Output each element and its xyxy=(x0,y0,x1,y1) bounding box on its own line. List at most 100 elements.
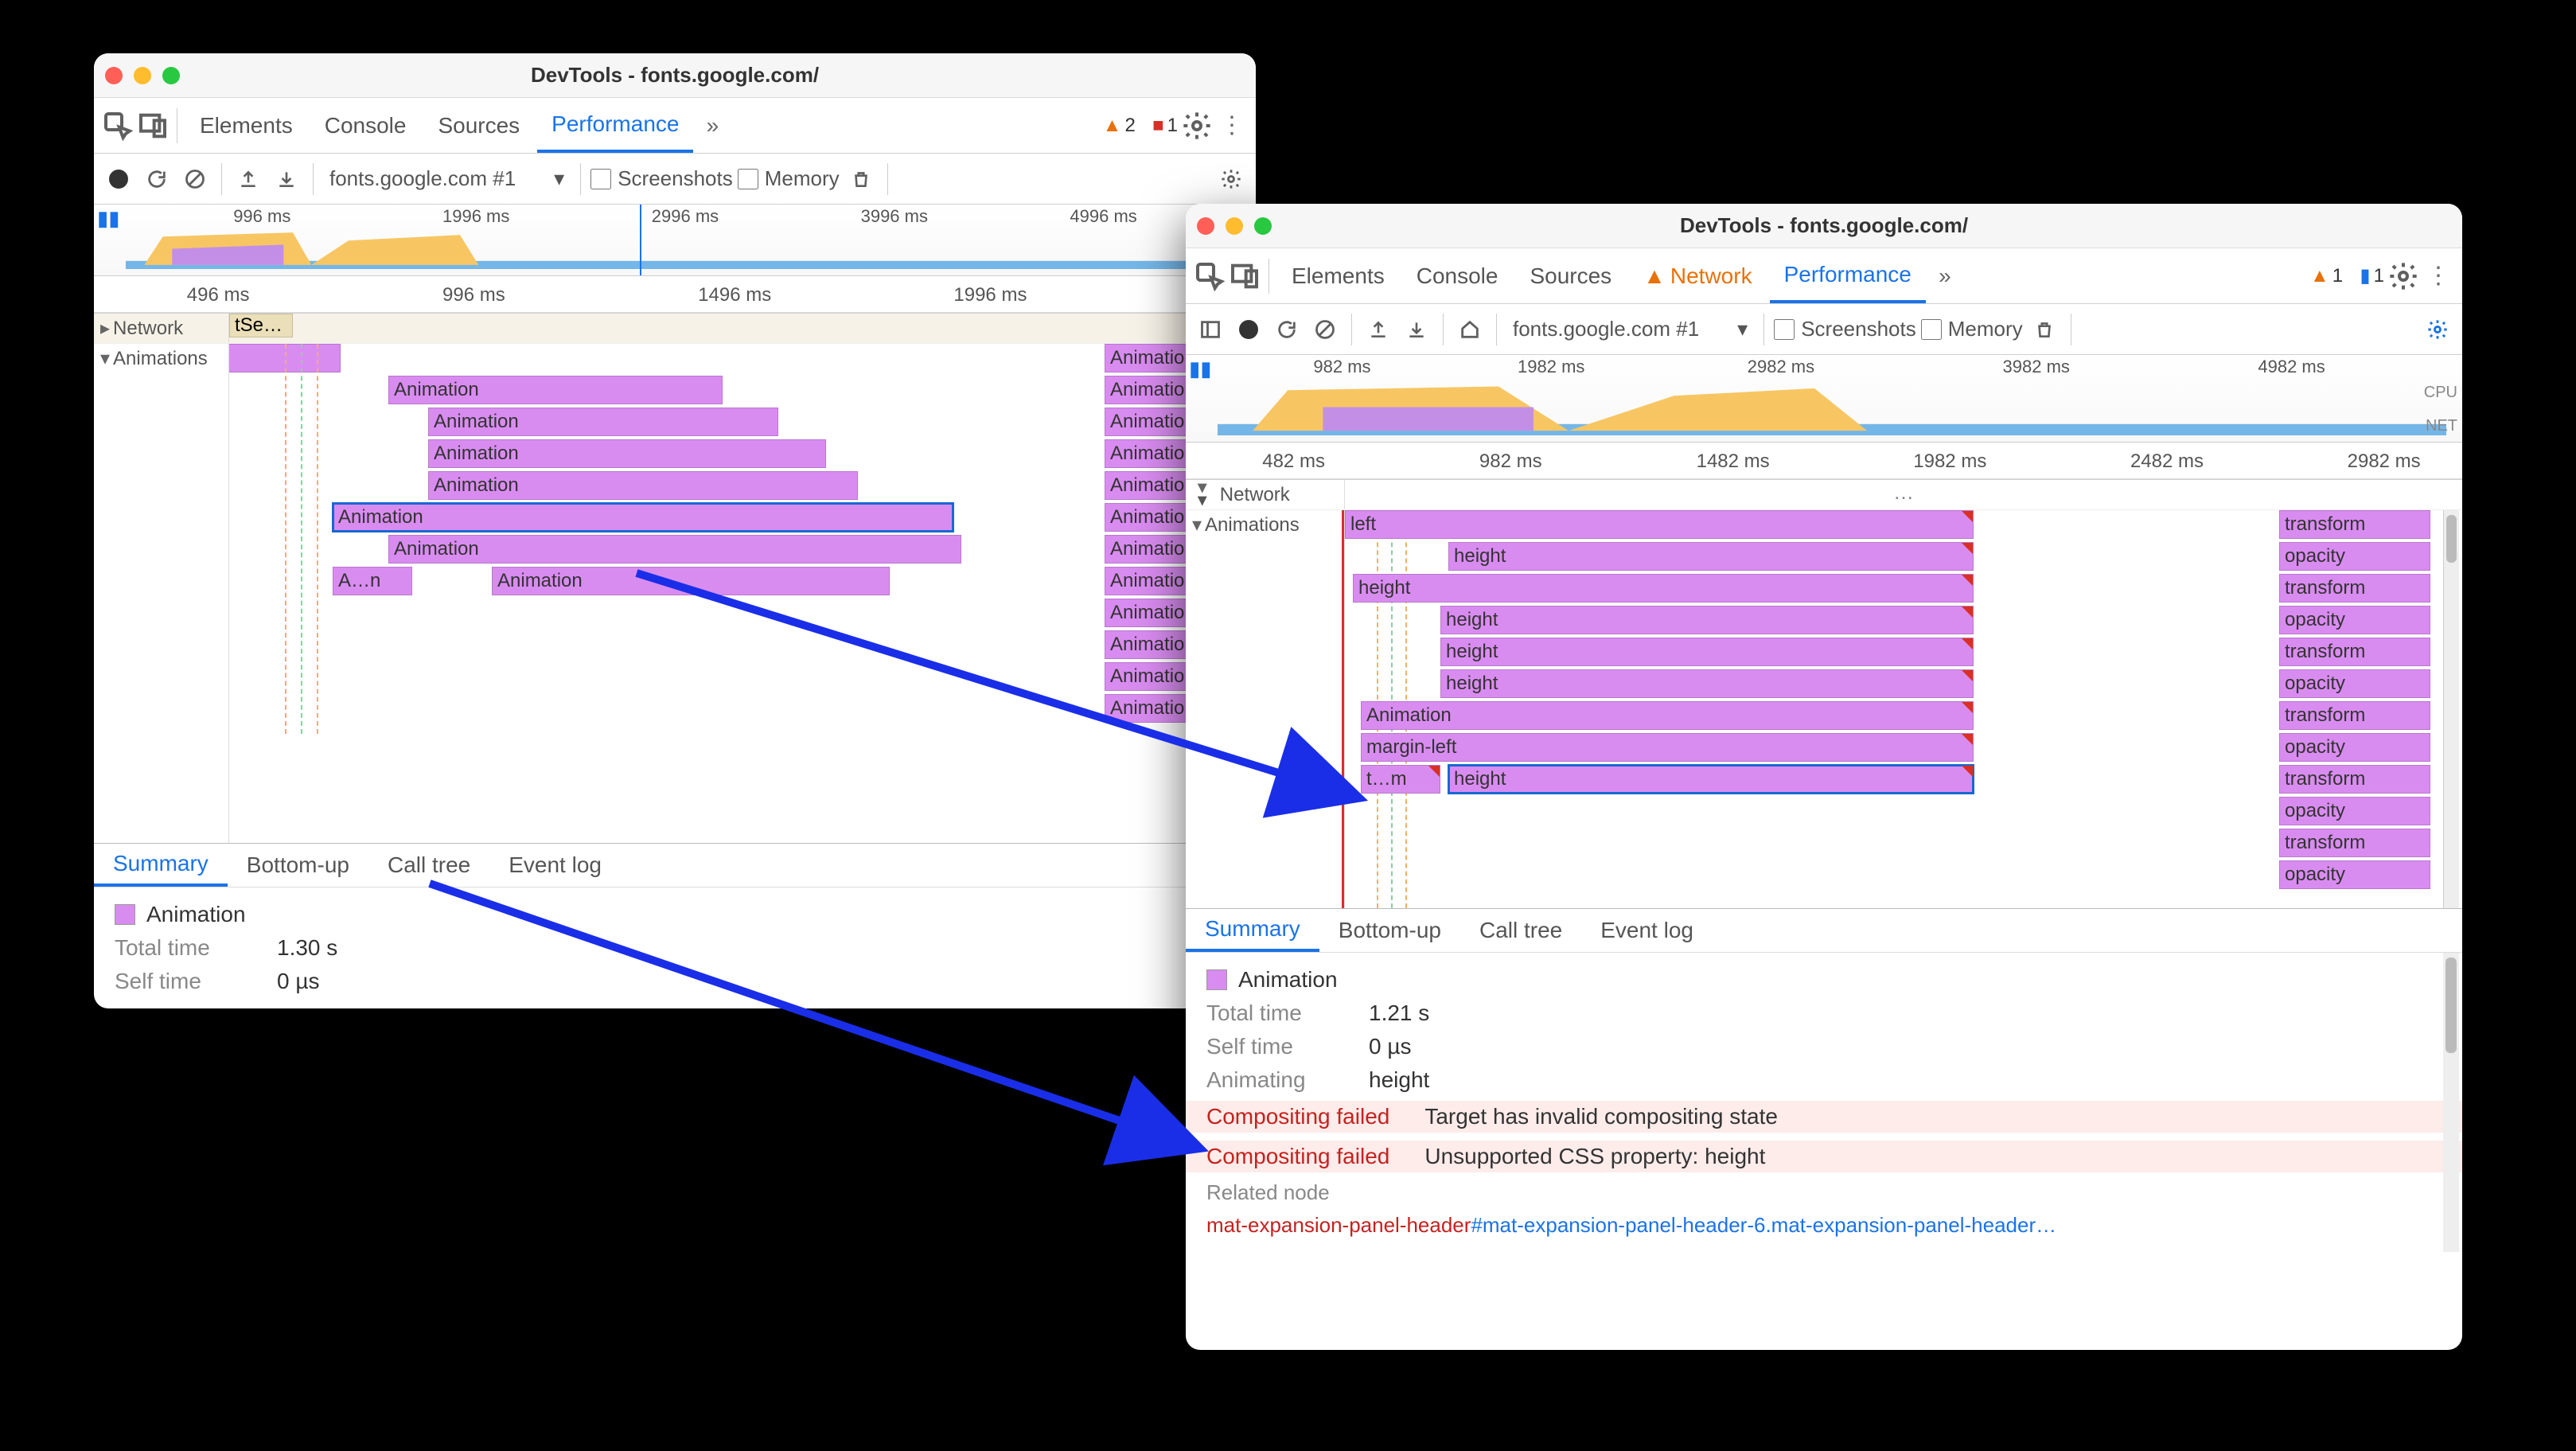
tab-summary[interactable]: Summary xyxy=(1186,909,1319,952)
anim-bar[interactable]: transform xyxy=(2279,829,2430,857)
recording-select[interactable]: fonts.google.com #1▾ xyxy=(1506,317,1754,341)
kebab-icon[interactable]: ⋮ xyxy=(1216,110,1248,142)
network-track-head[interactable]: Network xyxy=(94,314,229,343)
network-track-head[interactable]: ▸ Network xyxy=(1186,480,1345,509)
issues-badge[interactable]: ▲2 ■1 xyxy=(1103,115,1178,137)
home-icon[interactable] xyxy=(1453,313,1487,346)
overview-timeline[interactable]: ▮▮ 982 ms 1982 ms 2982 ms 3982 ms 4982 m… xyxy=(1186,355,2462,480)
tab-event-log[interactable]: Event log xyxy=(1581,909,1713,952)
time-ruler[interactable]: 496 ms 996 ms 1496 ms 1996 ms 2496 ms xyxy=(94,276,1256,313)
tab-sources[interactable]: Sources xyxy=(423,98,534,153)
anim-bar[interactable]: opacity xyxy=(2279,542,2430,571)
more-tabs-icon[interactable]: » xyxy=(696,110,728,142)
upload-icon[interactable] xyxy=(1362,313,1395,346)
anim-bar[interactable]: Animation xyxy=(388,535,961,564)
close-icon[interactable] xyxy=(1197,217,1214,235)
anim-bar[interactable]: height xyxy=(1440,669,1974,698)
record-button[interactable] xyxy=(1232,313,1265,346)
clear-button[interactable] xyxy=(178,162,212,196)
tab-performance[interactable]: Performance xyxy=(537,98,693,153)
inspect-icon[interactable] xyxy=(102,110,134,142)
kebab-icon[interactable]: ⋮ xyxy=(2422,260,2454,292)
network-track-row[interactable]: Network tSe… xyxy=(94,314,1256,344)
tab-event-log[interactable]: Event log xyxy=(489,844,621,887)
flame-chart[interactable]: imation AnimationAnimationAnimationAnima… xyxy=(229,344,1256,734)
tab-network[interactable]: ▲Network xyxy=(1629,248,1766,303)
anim-bar[interactable]: opacity xyxy=(2279,606,2430,634)
anim-bar[interactable]: height xyxy=(1353,574,1974,603)
gc-icon[interactable] xyxy=(2028,313,2061,346)
animations-track-head[interactable]: Animations xyxy=(94,344,229,843)
settings-icon[interactable] xyxy=(1181,110,1213,142)
overview-handle[interactable] xyxy=(640,205,641,275)
settings-icon[interactable] xyxy=(2387,260,2419,292)
anim-bar[interactable]: Animation xyxy=(428,408,778,436)
anim-bar[interactable]: height xyxy=(1448,542,1974,571)
anim-bar[interactable]: opacity xyxy=(2279,669,2430,698)
anim-bar[interactable]: transform xyxy=(2279,574,2430,603)
tab-performance[interactable]: Performance xyxy=(1770,248,1926,303)
device-icon[interactable] xyxy=(137,110,169,142)
anim-bar[interactable]: A…n xyxy=(333,567,412,595)
scrollbar[interactable] xyxy=(2443,510,2459,908)
anim-bar[interactable]: left xyxy=(1345,510,1974,539)
clear-button[interactable] xyxy=(1308,313,1342,346)
reload-record-button[interactable] xyxy=(140,162,173,196)
dock-icon[interactable] xyxy=(1194,313,1227,346)
overview-timeline[interactable]: ▮▮ 996 ms 1996 ms 2996 ms 3996 ms 4996 m… xyxy=(94,205,1256,314)
anim-bar[interactable]: height xyxy=(1448,765,1974,794)
anim-bar[interactable]: Animation xyxy=(1361,701,1974,730)
related-node-link[interactable]: mat-expansion-panel-header#mat-expansion… xyxy=(1206,1213,2442,1238)
download-icon[interactable] xyxy=(1400,313,1433,346)
tab-sources[interactable]: Sources xyxy=(1515,248,1626,303)
tab-console[interactable]: Console xyxy=(310,98,421,153)
anim-bar[interactable]: opacity xyxy=(2279,860,2430,889)
screenshots-checkbox[interactable]: Screenshots xyxy=(590,166,733,191)
titlebar[interactable]: DevTools - fonts.google.com/ xyxy=(94,53,1256,98)
tab-call-tree[interactable]: Call tree xyxy=(1460,909,1581,952)
memory-checkbox[interactable]: Memory xyxy=(738,166,840,191)
anim-bar[interactable]: height xyxy=(1440,606,1974,634)
tab-elements[interactable]: Elements xyxy=(1277,248,1399,303)
animations-track-head[interactable]: Animations xyxy=(1186,510,1345,908)
flame-chart[interactable]: transform opacity transform opacity transfor… xyxy=(1345,510,2462,908)
tab-console[interactable]: Console xyxy=(1402,248,1513,303)
anim-bar[interactable]: Animation xyxy=(388,376,723,404)
anim-bar[interactable]: Animation xyxy=(428,471,858,500)
record-button[interactable] xyxy=(102,162,135,196)
anim-bar[interactable]: transform xyxy=(2279,765,2430,794)
close-icon[interactable] xyxy=(105,67,123,84)
download-icon[interactable] xyxy=(270,162,303,196)
zoom-icon[interactable] xyxy=(1254,217,1272,235)
tab-summary[interactable]: Summary xyxy=(94,844,228,887)
network-track-row[interactable]: ▸ Network … xyxy=(1186,480,2462,510)
anim-bar[interactable]: height xyxy=(1440,638,1974,666)
anim-bar[interactable]: transform xyxy=(2279,701,2430,730)
titlebar[interactable]: DevTools - fonts.google.com/ xyxy=(1186,204,2462,248)
screenshots-checkbox[interactable]: Screenshots xyxy=(1774,317,1916,341)
anim-bar[interactable]: Animation xyxy=(333,503,953,532)
minimize-icon[interactable] xyxy=(134,67,151,84)
scrollbar[interactable] xyxy=(2443,953,2459,1252)
anim-bar[interactable]: transform xyxy=(2279,638,2430,666)
capture-settings-icon[interactable] xyxy=(2421,313,2454,346)
net-bar[interactable]: tSe… xyxy=(229,314,293,337)
recording-select[interactable]: fonts.google.com #1▾ xyxy=(323,166,571,191)
tab-call-tree[interactable]: Call tree xyxy=(368,844,489,887)
reload-record-button[interactable] xyxy=(1270,313,1304,346)
capture-settings-icon[interactable] xyxy=(1214,162,1248,196)
anim-bar[interactable]: Animation xyxy=(492,567,890,595)
anim-bar[interactable]: opacity xyxy=(2279,733,2430,762)
time-ruler[interactable]: 482 ms 982 ms 1482 ms 1982 ms 2482 ms 29… xyxy=(1186,443,2462,479)
tab-bottom-up[interactable]: Bottom-up xyxy=(228,844,368,887)
inspect-icon[interactable] xyxy=(1194,260,1226,292)
collapse-ellipsis[interactable]: … xyxy=(1345,480,2462,509)
device-icon[interactable] xyxy=(1229,260,1261,292)
more-tabs-icon[interactable]: » xyxy=(1929,260,1961,292)
tab-elements[interactable]: Elements xyxy=(185,98,307,153)
anim-bar[interactable]: t…m xyxy=(1361,765,1440,794)
upload-icon[interactable] xyxy=(232,162,265,196)
memory-checkbox[interactable]: Memory xyxy=(1921,317,2023,341)
anim-bar[interactable]: Animation xyxy=(428,439,826,468)
zoom-icon[interactable] xyxy=(162,67,180,84)
